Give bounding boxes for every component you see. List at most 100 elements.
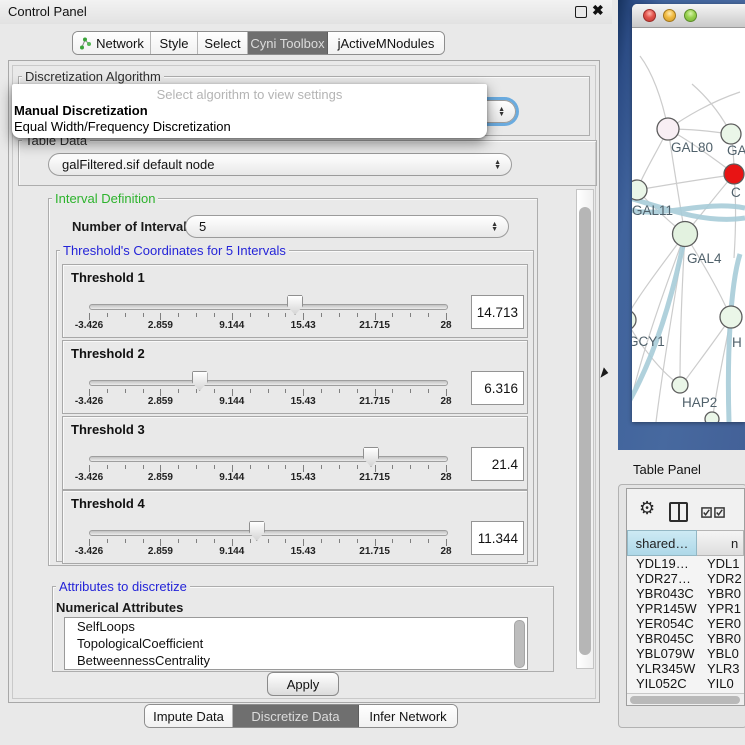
cell-name[interactable]: YER0 — [697, 616, 744, 631]
threshold-value-field[interactable]: 21.4 — [471, 447, 524, 481]
cell-name[interactable]: YDL1 — [697, 556, 744, 571]
slider-tick-label: 21.715 — [350, 320, 400, 331]
slider-tick-label: 2.859 — [135, 320, 185, 331]
cell-name[interactable]: YBR0 — [697, 586, 744, 601]
cyni-panel-scrollbar-thumb[interactable] — [579, 207, 591, 655]
slider-minor-tick — [250, 539, 251, 543]
threshold-value-field[interactable]: 6.316 — [471, 371, 524, 405]
cell-shared-name[interactable]: YIL052C — [627, 676, 697, 691]
attribute-item[interactable]: SelfLoops — [65, 618, 527, 635]
node-right-h[interactable] — [720, 306, 742, 328]
slider-minor-tick — [107, 389, 108, 393]
apply-button[interactable]: Apply — [267, 672, 339, 696]
slider-track[interactable] — [89, 456, 448, 462]
table-row[interactable]: YIL052CYIL0 — [627, 676, 744, 691]
number-of-intervals-combobox[interactable]: 5 ▲▼ — [185, 215, 509, 238]
slider-thumb[interactable] — [287, 295, 303, 315]
tab-style[interactable]: Style — [151, 32, 198, 54]
threshold-value-field[interactable]: 14.713 — [471, 295, 524, 329]
node-gcy1[interactable] — [632, 310, 636, 330]
minimize-window-icon[interactable] — [663, 9, 676, 22]
numerical-attributes-list[interactable]: SelfLoopsTopologicalCoefficientBetweenne… — [64, 617, 528, 670]
slider-thumb[interactable] — [249, 521, 265, 541]
table-row[interactable]: YDR27…YDR2 — [627, 571, 744, 586]
slider-track[interactable] — [89, 304, 448, 310]
table-horizontal-scrollbar[interactable] — [627, 693, 744, 706]
attributes-list-scrollbar[interactable] — [514, 620, 525, 668]
table-data-combobox[interactable]: galFiltered.sif default node ▲▼ — [48, 153, 512, 176]
float-panel-icon[interactable] — [575, 6, 587, 18]
table-row[interactable]: YBR045CYBR0 — [627, 631, 744, 646]
cell-shared-name[interactable]: YLR345W — [627, 661, 697, 676]
slider-thumb[interactable] — [192, 371, 208, 391]
tab-label: Style — [160, 36, 189, 51]
network-window-titlebar[interactable] — [632, 4, 745, 28]
threshold-label: Threshold 1 — [71, 270, 145, 285]
cell-shared-name[interactable]: YER054C — [627, 616, 697, 631]
show-columns-icon[interactable] — [669, 502, 688, 522]
node-gal80[interactable] — [657, 118, 679, 140]
zoom-window-icon[interactable] — [684, 9, 697, 22]
network-canvas[interactable]: GAL80GACGAL11GAL4GCY1HHAP2 — [632, 28, 745, 422]
tab-select[interactable]: Select — [198, 32, 248, 54]
slider-tick-label: -3.426 — [64, 472, 114, 483]
slider-minor-tick — [339, 313, 340, 317]
algorithm-dropdown-popup: Select algorithm to view settings Manual… — [12, 84, 487, 138]
cell-shared-name[interactable]: YDR27… — [627, 571, 697, 586]
close-panel-icon[interactable]: ✖ — [592, 2, 604, 19]
attribute-item[interactable]: TopologicalCoefficient — [65, 635, 527, 652]
node-bottom[interactable] — [705, 412, 719, 422]
cell-name[interactable]: YLR3 — [697, 661, 744, 676]
table-row[interactable]: YBR043CYBR0 — [627, 586, 744, 601]
cell-name[interactable]: YPR1 — [697, 601, 744, 616]
table-row[interactable]: YBL079WYBL0 — [627, 646, 744, 661]
table-row[interactable]: YPR145WYPR1 — [627, 601, 744, 616]
tab-impute-data[interactable]: Impute Data — [145, 705, 233, 727]
node-gal4[interactable] — [673, 222, 698, 247]
column-header-name[interactable]: n — [697, 530, 744, 556]
cell-shared-name[interactable]: YDL19… — [627, 556, 697, 571]
attributes-group-title: Attributes to discretize — [56, 579, 190, 594]
dropdown-option-manual[interactable]: Manual Discretization — [14, 103, 148, 118]
node-gal11[interactable] — [632, 180, 647, 200]
unselect-all-checkbox-icon[interactable] — [714, 507, 725, 518]
slider-major-tick — [375, 389, 376, 396]
cell-name[interactable]: YBR0 — [697, 631, 744, 646]
cyni-panel-scrollbar[interactable] — [576, 189, 594, 669]
cell-shared-name[interactable]: YBL079W — [627, 646, 697, 661]
table-row[interactable]: YER054CYER0 — [627, 616, 744, 631]
table-row[interactable]: YLR345WYLR3 — [627, 661, 744, 676]
cell-name[interactable]: YIL0 — [697, 676, 744, 691]
table-row[interactable]: YDL19…YDL1 — [627, 556, 744, 571]
table-settings-gear-icon[interactable]: ⚙ — [639, 498, 655, 519]
tab-network[interactable]: Network — [73, 32, 151, 54]
slider-tick-label: 15.43 — [278, 472, 328, 483]
cell-shared-name[interactable]: YBR043C — [627, 586, 697, 601]
table-horizontal-scrollbar-thumb[interactable] — [630, 696, 740, 704]
select-all-checkbox-icon[interactable] — [701, 507, 712, 518]
slider-minor-tick — [125, 313, 126, 317]
node-red[interactable] — [724, 164, 744, 184]
threshold-value-field[interactable]: 11.344 — [471, 521, 524, 555]
cell-shared-name[interactable]: YPR145W — [627, 601, 697, 616]
tab-infer-network[interactable]: Infer Network — [359, 705, 457, 727]
tab-jactivemnodules[interactable]: jActiveMNodules — [328, 32, 444, 54]
attribute-item[interactable]: BetweennessCentrality — [65, 652, 527, 669]
table-data-value: galFiltered.sif default node — [62, 157, 214, 172]
slider-track[interactable] — [89, 380, 448, 386]
cell-name[interactable]: YBL0 — [697, 646, 744, 661]
column-header-shared-name[interactable]: shared… — [627, 530, 697, 556]
dropdown-option-equal-width[interactable]: Equal Width/Frequency Discretization — [14, 119, 231, 134]
slider-track[interactable] — [89, 530, 448, 536]
node-hap2[interactable] — [672, 377, 688, 393]
slider-minor-tick — [410, 539, 411, 543]
node-top-right[interactable] — [721, 124, 741, 144]
slider-thumb[interactable] — [363, 447, 379, 467]
cell-name[interactable]: YDR2 — [697, 571, 744, 586]
close-window-icon[interactable] — [643, 9, 656, 22]
slider-tick-label: 28 — [421, 320, 471, 331]
tab-discretize-data[interactable]: Discretize Data — [233, 705, 359, 727]
tab-cyni-toolbox[interactable]: Cyni Toolbox — [248, 32, 328, 54]
tab-label: Infer Network — [369, 709, 446, 724]
cell-shared-name[interactable]: YBR045C — [627, 631, 697, 646]
